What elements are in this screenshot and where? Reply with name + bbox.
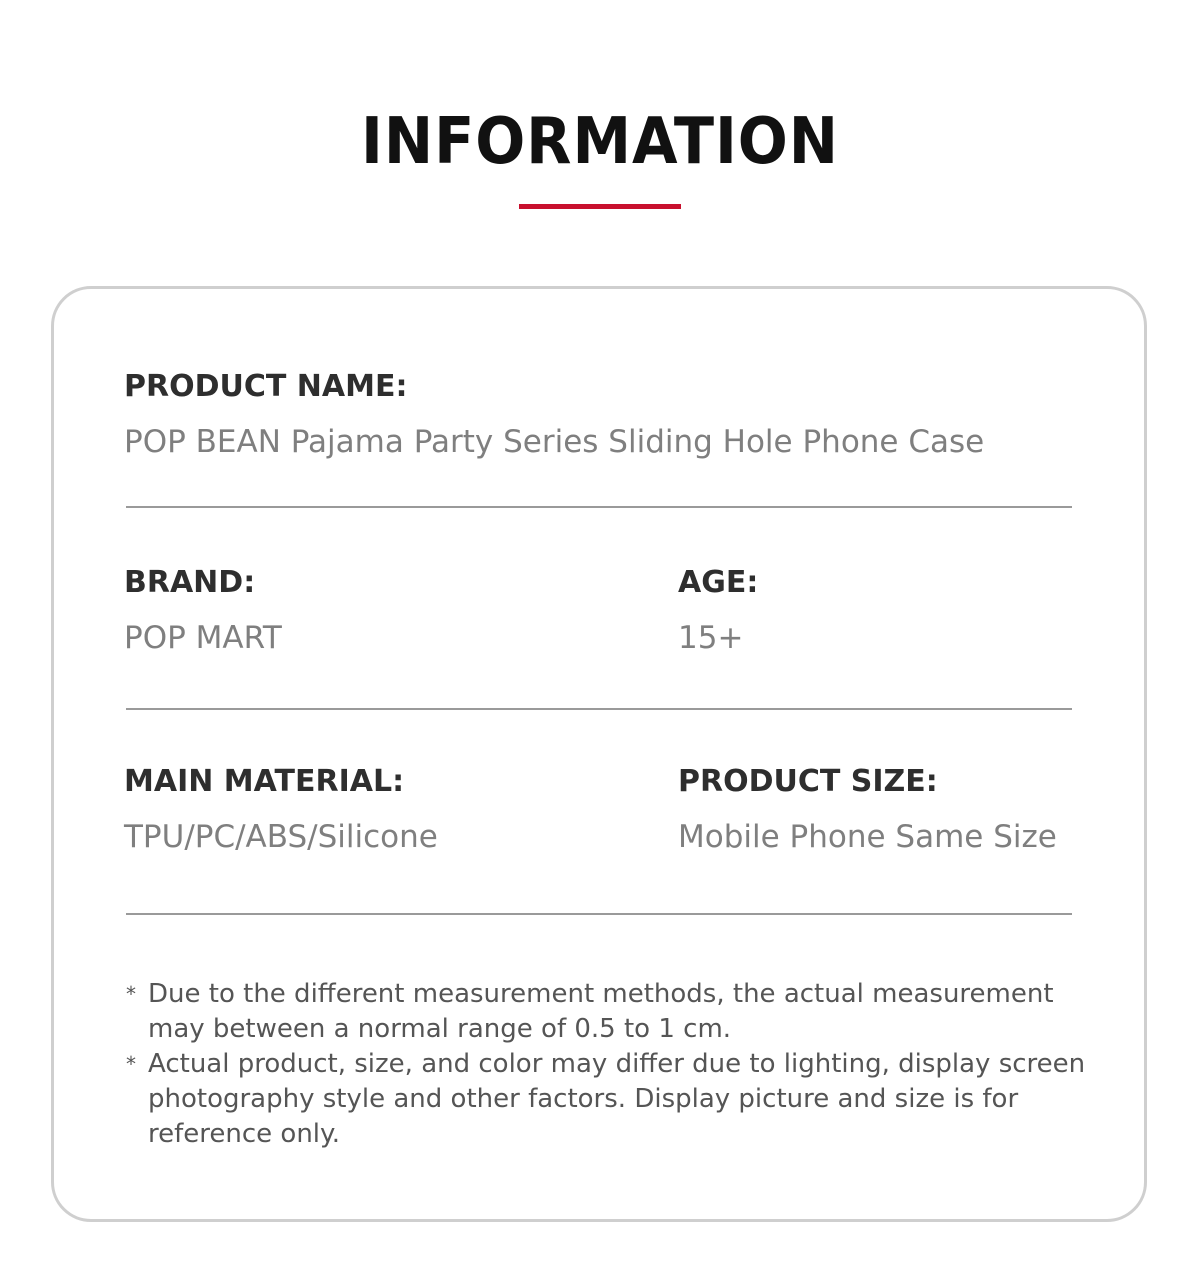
- divider: [126, 913, 1072, 915]
- disclaimer-text: Actual product, size, and color may diff…: [148, 1049, 1086, 1149]
- product-name-label: PRODUCT NAME:: [124, 369, 408, 404]
- divider: [126, 506, 1072, 508]
- age-value: 15+: [678, 620, 744, 656]
- divider: [126, 708, 1072, 710]
- product-size-label: PRODUCT SIZE:: [678, 764, 938, 799]
- brand-value: POP MART: [124, 620, 282, 656]
- page-title: INFORMATION: [361, 105, 839, 179]
- asterisk-icon: *: [126, 1052, 136, 1076]
- disclaimer-note: * Due to the different measurement metho…: [126, 977, 1086, 1047]
- main-material-value: TPU/PC/ABS/Silicone: [124, 819, 438, 855]
- asterisk-icon: *: [126, 982, 136, 1006]
- main-material-label: MAIN MATERIAL:: [124, 764, 405, 799]
- age-label: AGE:: [678, 565, 759, 600]
- disclaimer-note: * Actual product, size, and color may di…: [126, 1047, 1086, 1152]
- disclaimer-text: Due to the different measurement methods…: [148, 979, 1054, 1044]
- disclaimer-notes: * Due to the different measurement metho…: [126, 977, 1086, 1152]
- title-underline: [519, 204, 681, 209]
- brand-label: BRAND:: [124, 565, 256, 600]
- product-size-value: Mobile Phone Same Size: [678, 819, 1057, 855]
- product-name-value: POP BEAN Pajama Party Series Sliding Hol…: [124, 424, 985, 460]
